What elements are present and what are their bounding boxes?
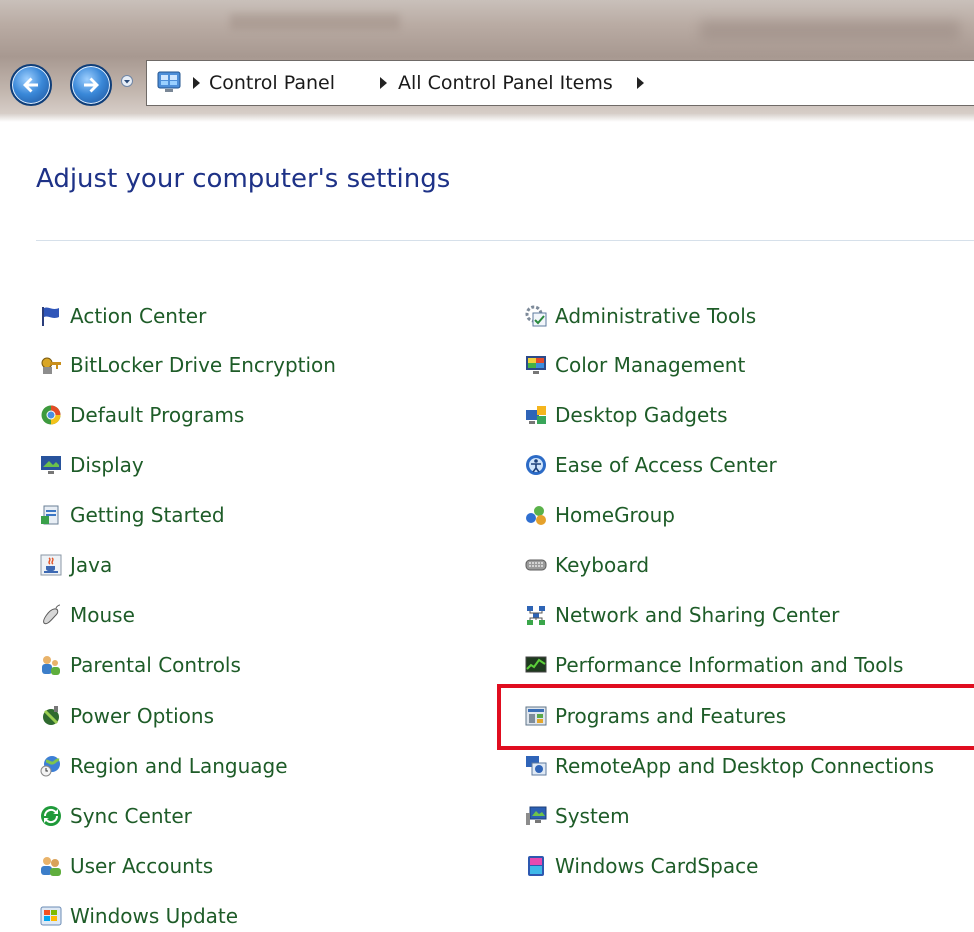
item-parental-controls[interactable]: Parental Controls [40, 650, 241, 680]
keyboard-icon [525, 554, 547, 576]
java-cup-icon [40, 554, 62, 576]
title-blur-right [700, 20, 960, 40]
sync-icon [40, 805, 62, 827]
recent-pages-dropdown-icon[interactable] [121, 75, 133, 87]
globe-clock-icon [40, 755, 62, 777]
title-blur [230, 14, 400, 30]
item-label: Administrative Tools [555, 304, 757, 328]
item-network-sharing[interactable]: Network and Sharing Center [525, 600, 839, 630]
item-label: Keyboard [555, 553, 650, 577]
item-label: Java [70, 553, 113, 577]
item-performance[interactable]: Performance Information and Tools [525, 650, 903, 680]
item-label: User Accounts [70, 854, 214, 878]
power-options-icon [40, 705, 62, 727]
item-label: Action Center [70, 304, 207, 328]
breadcrumb-separator[interactable] [637, 77, 644, 89]
item-display[interactable]: Display [40, 450, 144, 480]
content-top-gradient [0, 114, 974, 122]
administrative-tools-icon [525, 305, 547, 327]
item-label: Region and Language [70, 754, 288, 778]
homegroup-icon [525, 504, 547, 526]
network-icon [525, 604, 547, 626]
performance-icon [525, 654, 547, 676]
color-management-icon [525, 354, 547, 376]
item-label: Color Management [555, 353, 746, 377]
item-label: Network and Sharing Center [555, 603, 840, 627]
control-panel-icon [157, 71, 181, 92]
item-bitlocker[interactable]: BitLocker Drive Encryption [40, 350, 336, 380]
back-button[interactable] [10, 64, 52, 106]
breadcrumb-control-panel[interactable]: Control Panel [209, 72, 335, 94]
item-label: Display [70, 453, 144, 477]
item-label: Windows Update [70, 904, 239, 928]
item-label: Performance Information and Tools [555, 653, 904, 677]
item-desktop-gadgets[interactable]: Desktop Gadgets [525, 400, 728, 430]
item-label: System [555, 804, 630, 828]
item-label: Mouse [70, 603, 135, 627]
item-homegroup[interactable]: HomeGroup [525, 500, 675, 530]
forward-button[interactable] [70, 64, 112, 106]
desktop-gadgets-icon [525, 404, 547, 426]
getting-started-icon [40, 504, 62, 526]
item-label: RemoteApp and Desktop Connections [555, 754, 935, 778]
ease-of-access-icon [525, 454, 547, 476]
item-label: Desktop Gadgets [555, 403, 728, 427]
page-title: Adjust your computer's settings [36, 164, 451, 194]
heading-divider [36, 240, 974, 241]
breadcrumb-separator[interactable] [193, 77, 200, 89]
item-ease-of-access[interactable]: Ease of Access Center [525, 450, 777, 480]
item-remoteapp[interactable]: RemoteApp and Desktop Connections [525, 751, 934, 781]
item-power-options[interactable]: Power Options [40, 701, 214, 731]
flag-icon [40, 305, 62, 327]
item-region-language[interactable]: Region and Language [40, 751, 288, 781]
remoteapp-icon [525, 755, 547, 777]
item-label: BitLocker Drive Encryption [70, 353, 336, 377]
mouse-icon [40, 604, 62, 626]
breadcrumb-separator[interactable] [380, 77, 387, 89]
item-cardspace[interactable]: Windows CardSpace [525, 851, 758, 881]
parental-controls-icon [40, 654, 62, 676]
item-mouse[interactable]: Mouse [40, 600, 135, 630]
system-icon [525, 805, 547, 827]
display-monitor-icon [40, 454, 62, 476]
item-label: Getting Started [70, 503, 225, 527]
address-bar[interactable]: Control Panel All Control Panel Items [146, 60, 974, 106]
item-java[interactable]: Java [40, 550, 112, 580]
forward-arrow-icon [84, 77, 99, 93]
item-label: HomeGroup [555, 503, 675, 527]
item-getting-started[interactable]: Getting Started [40, 500, 225, 530]
item-label: Ease of Access Center [555, 453, 777, 477]
item-windows-update[interactable]: Windows Update [40, 901, 238, 931]
highlight-box [497, 684, 974, 750]
item-color-management[interactable]: Color Management [525, 350, 745, 380]
item-label: Parental Controls [70, 653, 241, 677]
cardspace-icon [525, 855, 547, 877]
item-default-programs[interactable]: Default Programs [40, 400, 244, 430]
window-title-bar [0, 0, 974, 56]
item-label: Windows CardSpace [555, 854, 759, 878]
users-icon [40, 855, 62, 877]
back-arrow-icon [23, 77, 38, 93]
item-label: Sync Center [70, 804, 192, 828]
item-label: Power Options [70, 704, 214, 728]
item-action-center[interactable]: Action Center [40, 301, 206, 331]
bitlocker-key-icon [40, 354, 62, 376]
item-label: Default Programs [70, 403, 245, 427]
default-programs-icon [40, 404, 62, 426]
breadcrumb-all-items[interactable]: All Control Panel Items [398, 72, 613, 94]
item-system[interactable]: System [525, 801, 630, 831]
item-administrative-tools[interactable]: Administrative Tools [525, 301, 756, 331]
windows-update-icon [40, 905, 62, 927]
item-sync-center[interactable]: Sync Center [40, 801, 192, 831]
item-keyboard[interactable]: Keyboard [525, 550, 649, 580]
item-user-accounts[interactable]: User Accounts [40, 851, 213, 881]
